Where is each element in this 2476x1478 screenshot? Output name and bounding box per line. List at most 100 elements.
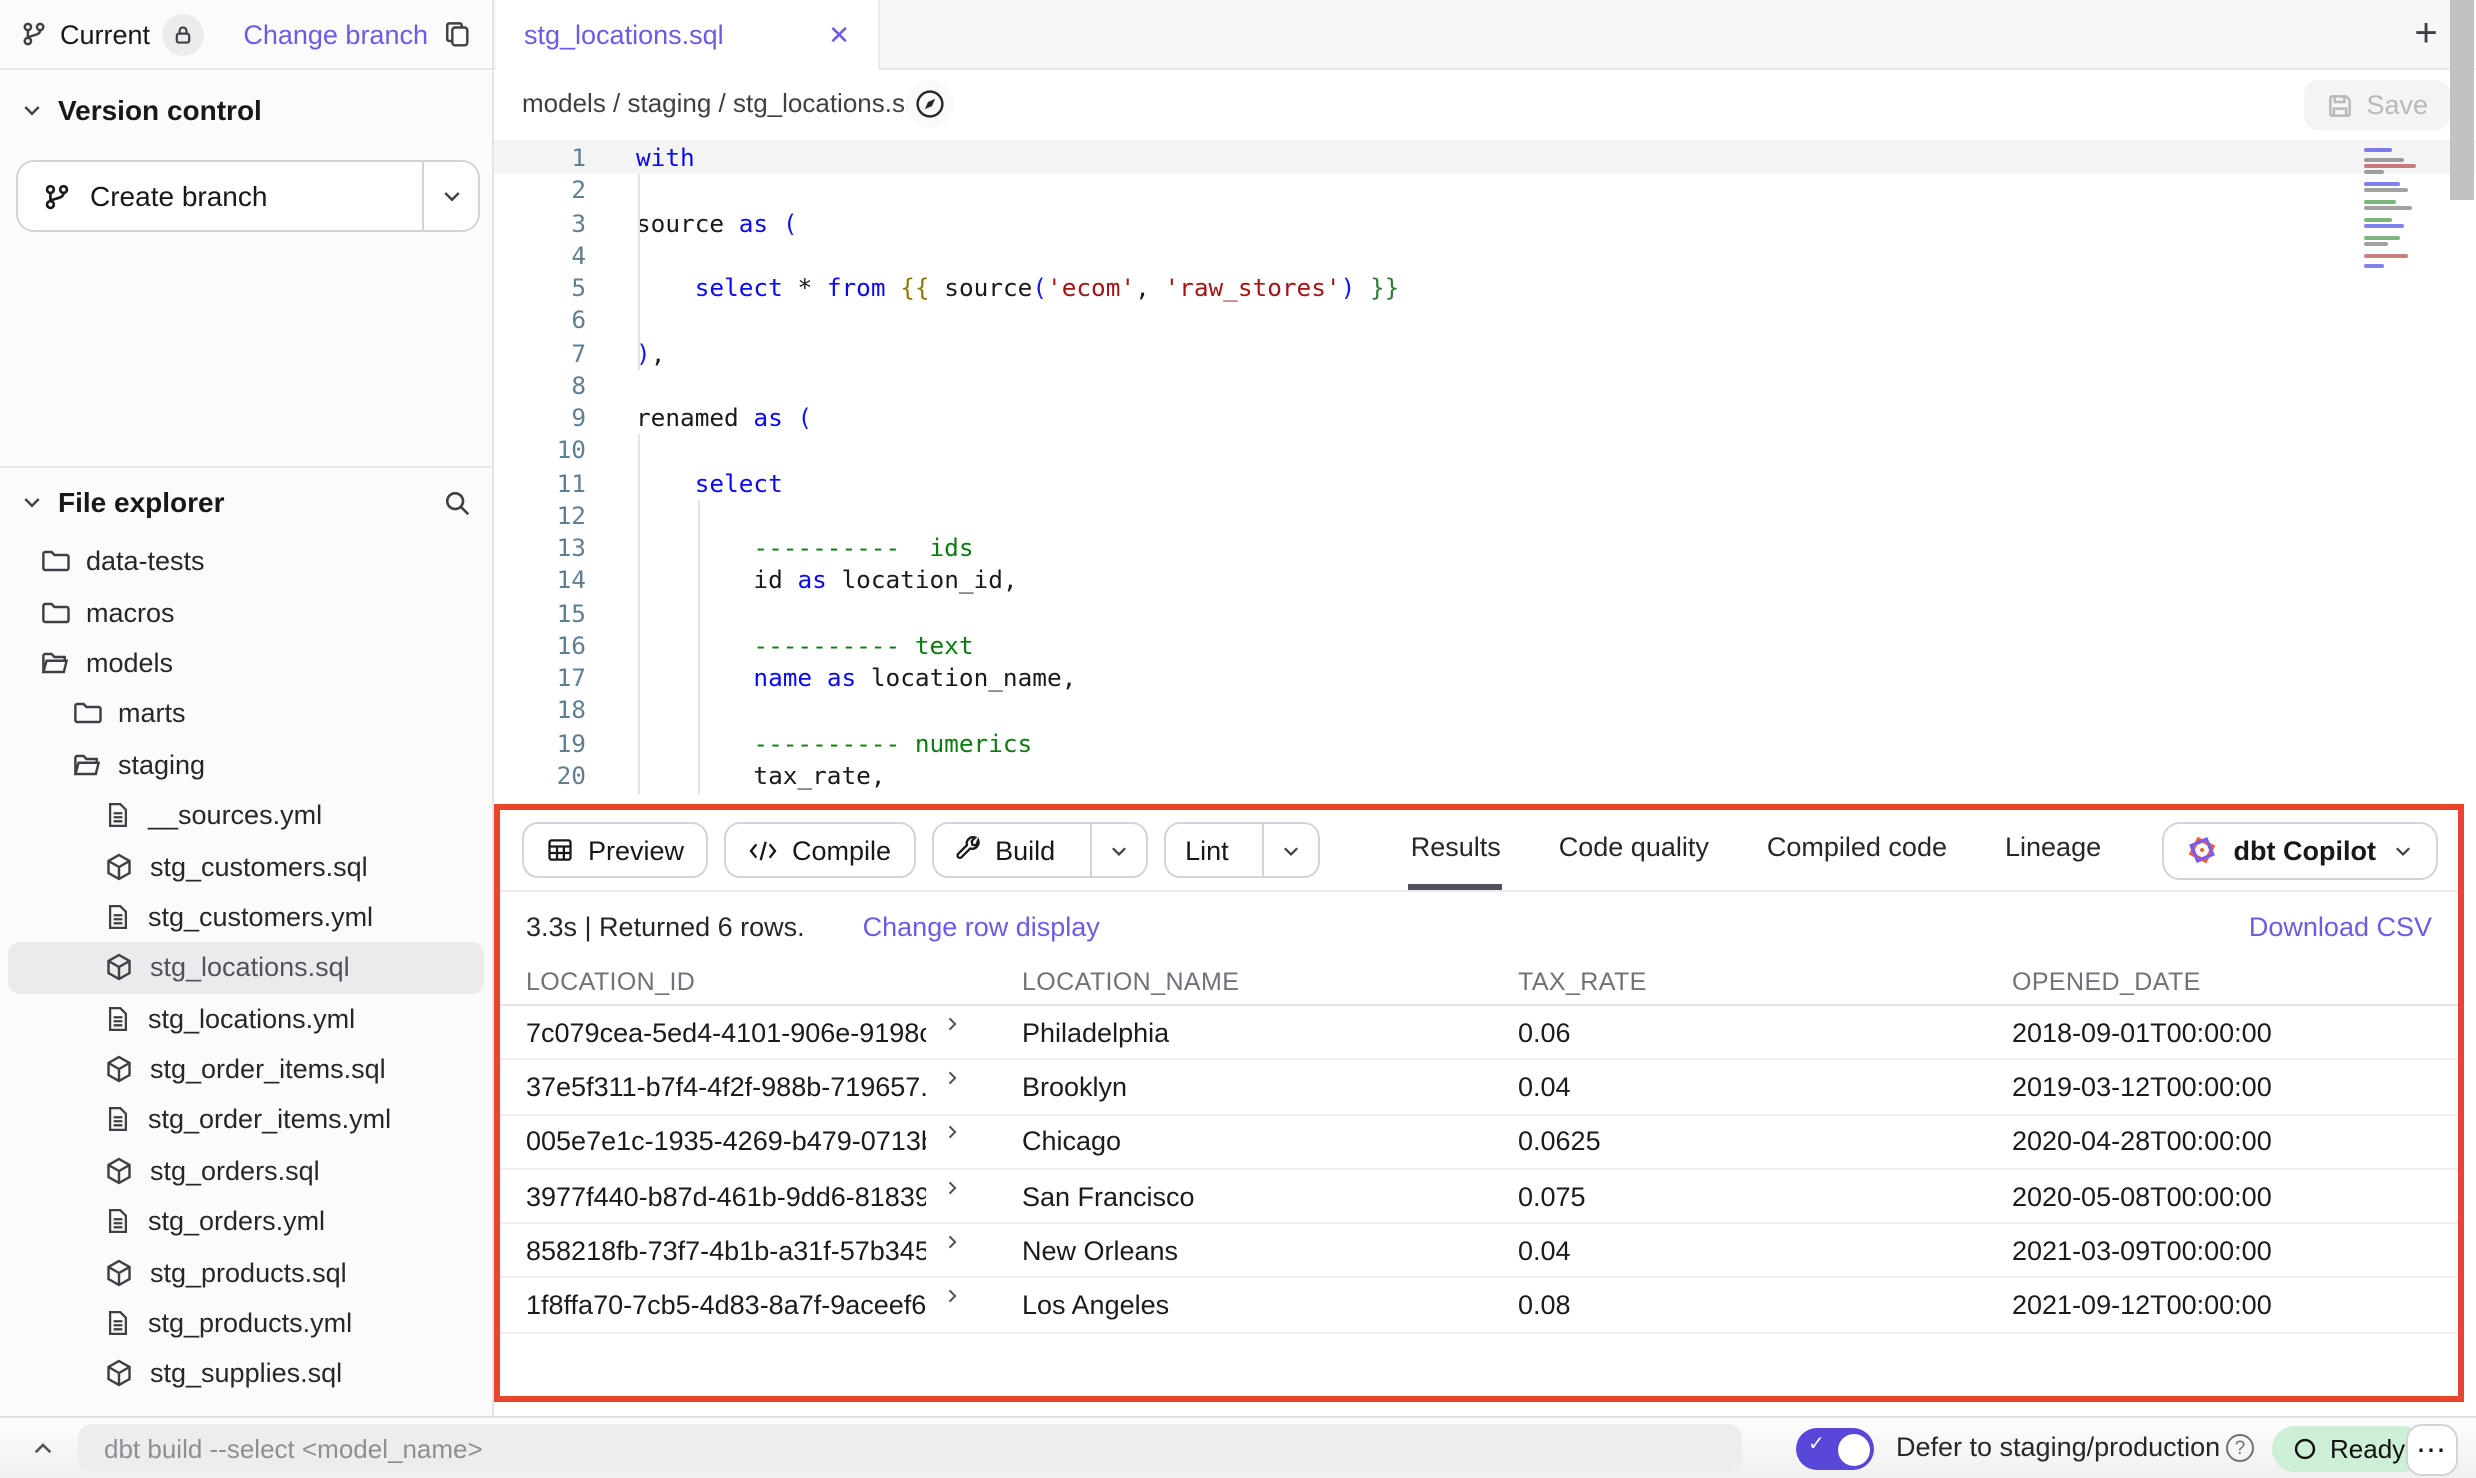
version-control-section-header[interactable]: Version control [20, 94, 262, 126]
panel-tab-compiled-code[interactable]: Compiled code [1765, 810, 1949, 890]
line-number: 18 [494, 695, 586, 728]
check-icon: ✓ [1808, 1434, 1825, 1456]
file-label: stg_customers.sql [150, 851, 368, 881]
minimap[interactable] [2364, 148, 2444, 292]
file-tree-item-staging[interactable]: staging [8, 739, 484, 790]
change-branch-link[interactable]: Change branch [243, 19, 428, 49]
ready-status-badge: Ready [2272, 1426, 2425, 1472]
version-control-label: Version control [58, 94, 262, 126]
file-tree-item-stg-order-items-sql[interactable]: stg_order_items.sql [8, 1044, 484, 1095]
expand-row-chevron-icon[interactable] [942, 1286, 962, 1306]
file-tree-item-stg-orders-yml[interactable]: stg_orders.yml [8, 1196, 484, 1247]
cell-location-name: Chicago [1022, 1126, 1518, 1156]
doc-icon [104, 800, 132, 830]
more-options-button[interactable]: ⋯ [2406, 1424, 2458, 1476]
column-header-tax_rate: TAX_RATE [1518, 968, 2012, 996]
file-tree-item-stg-order-items-yml[interactable]: stg_order_items.yml [8, 1095, 484, 1146]
doc-icon [104, 1308, 132, 1338]
current-branch-label: Current [60, 19, 150, 49]
build-dropdown[interactable] [1089, 824, 1145, 876]
current-branch[interactable]: Current [20, 13, 204, 55]
file-tree-item-data-tests[interactable]: data-tests [8, 536, 484, 587]
indent-guide [637, 434, 639, 794]
panel-tab-results[interactable]: Results [1409, 810, 1503, 890]
file-tree-item--sources-yml[interactable]: __sources.yml [8, 790, 484, 841]
expand-row-chevron-icon[interactable] [942, 1232, 962, 1252]
lint-button[interactable]: Lint [1163, 822, 1321, 878]
expand-row-chevron-icon[interactable] [942, 1122, 962, 1142]
lint-main[interactable]: Lint [1165, 824, 1249, 876]
new-tab-button[interactable]: + [2400, 8, 2452, 60]
line-number: 1 [494, 142, 586, 175]
lineage-compass-icon[interactable] [906, 80, 954, 128]
file-tree-item-stg-products-sql[interactable]: stg_products.sql [8, 1247, 484, 1298]
file-tree-item-stg-products-yml[interactable]: stg_products.yml [8, 1298, 484, 1349]
line-number: 12 [494, 500, 586, 533]
tab-stg-locations-sql[interactable]: stg_locations.sql ✕ [496, 0, 880, 70]
status-circle-icon [2292, 1436, 2318, 1462]
panel-tabs: Results Code quality Compiled code Lineage [1409, 810, 2103, 890]
compile-button[interactable]: Compile [724, 822, 915, 878]
expand-row-chevron-icon[interactable] [942, 1013, 962, 1033]
expand-row-chevron-icon[interactable] [942, 1068, 962, 1088]
create-branch-button[interactable]: Create branch [16, 160, 480, 232]
cell-location-id: 858218fb-73f7-4b1b-a31f-57b345... [526, 1236, 1022, 1266]
cell-location-id: 1f8ffa70-7cb5-4d83-8a7f-9aceef6... [526, 1290, 1022, 1320]
code-lines: 1with23source as (45 select * from {{ so… [494, 142, 2476, 792]
file-tree-item-stg-customers-sql[interactable]: stg_customers.sql [8, 841, 484, 892]
line-number: 6 [494, 305, 586, 338]
cell-location-name: New Orleans [1022, 1236, 1518, 1266]
cell-location-name: Los Angeles [1022, 1290, 1518, 1320]
line-number: 9 [494, 402, 586, 435]
file-tree-item-stg-locations-sql[interactable]: stg_locations.sql [8, 942, 484, 993]
save-button[interactable]: Save [2304, 80, 2450, 130]
build-main[interactable]: Build [933, 824, 1075, 876]
file-tree-item-stg-customers-yml[interactable]: stg_customers.yml [8, 891, 484, 942]
column-header-opened_date: OPENED_DATE [2012, 968, 2458, 996]
close-icon[interactable]: ✕ [828, 19, 850, 51]
create-branch-main[interactable]: Create branch [18, 162, 424, 230]
expand-row-chevron-icon[interactable] [942, 1177, 962, 1197]
line-content: ---------- text [636, 630, 974, 663]
file-tree-item-stg-supplies-sql[interactable]: stg_supplies.sql [8, 1349, 484, 1400]
code-line-11: 11 select [494, 467, 2476, 500]
build-button[interactable]: Build [931, 822, 1147, 878]
lint-dropdown[interactable] [1263, 824, 1319, 876]
search-icon[interactable] [442, 487, 472, 517]
copy-icon[interactable] [442, 19, 472, 49]
file-tree-item-stg-orders-sql[interactable]: stg_orders.sql [8, 1145, 484, 1196]
cell-location-name: Brooklyn [1022, 1072, 1518, 1102]
file-label: stg_locations.yml [148, 1003, 355, 1033]
file-label: models [86, 648, 173, 678]
file-explorer-section-header[interactable]: File explorer [20, 486, 472, 518]
help-icon[interactable]: ? [2226, 1434, 2254, 1462]
cell-tax-rate: 0.04 [1518, 1236, 2012, 1266]
download-csv-link[interactable]: Download CSV [2249, 911, 2432, 941]
file-tree-item-stg-locations-yml[interactable]: stg_locations.yml [8, 993, 484, 1044]
result-info-row: 3.3s | Returned 6 rows. Change row displ… [500, 892, 2458, 960]
preview-button[interactable]: Preview [522, 822, 708, 878]
line-number: 14 [494, 565, 586, 598]
file-tree-item-marts[interactable]: marts [8, 688, 484, 739]
dbt-copilot-button[interactable]: dbt Copilot [2162, 821, 2438, 879]
cube-icon [104, 1054, 134, 1084]
file-tree-item-models[interactable]: models [8, 638, 484, 689]
collapse-chevron-icon[interactable] [20, 1426, 64, 1470]
change-row-display-link[interactable]: Change row display [863, 911, 1100, 941]
git-branch-icon [42, 181, 72, 211]
code-line-4: 4 [494, 240, 2476, 273]
dbt-command-input[interactable]: dbt build --select <model_name> [78, 1424, 1742, 1472]
defer-toggle[interactable]: ✓ [1796, 1428, 1874, 1470]
line-number: 2 [494, 175, 586, 208]
file-tree-item-macros[interactable]: macros [8, 587, 484, 638]
create-branch-dropdown[interactable] [424, 162, 478, 230]
editor-scrollbar[interactable] [2450, 0, 2474, 200]
tab-title: stg_locations.sql [524, 20, 724, 50]
panel-tab-lineage[interactable]: Lineage [2003, 810, 2103, 890]
cell-tax-rate: 0.04 [1518, 1072, 2012, 1102]
cube-icon [104, 1359, 134, 1389]
file-label: stg_locations.sql [150, 953, 350, 983]
line-content: name as location_name, [636, 662, 1076, 695]
panel-tab-code-quality[interactable]: Code quality [1557, 810, 1711, 890]
dbt-copilot-label: dbt Copilot [2234, 835, 2376, 865]
